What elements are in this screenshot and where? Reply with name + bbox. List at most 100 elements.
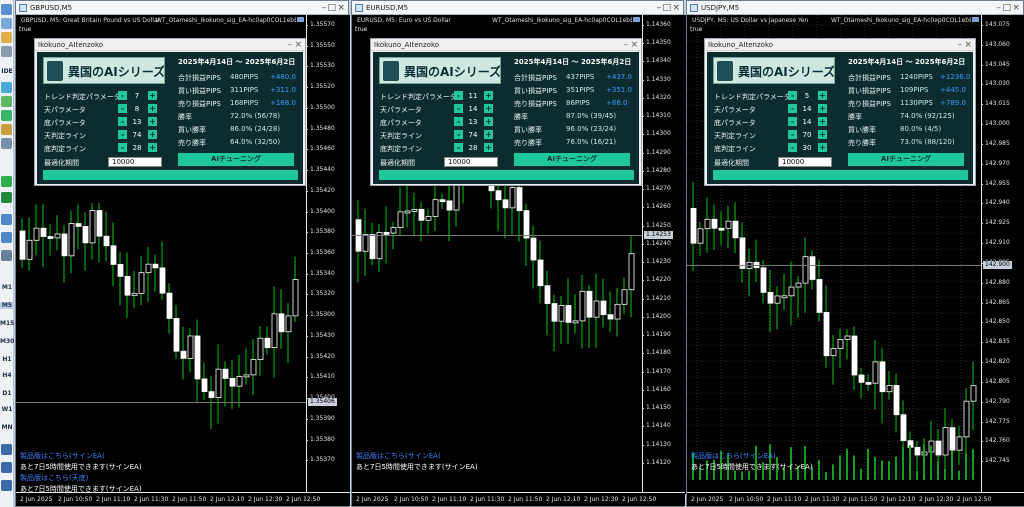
panel-titlebar[interactable]: Ikokuno_AItenzoko – × bbox=[705, 39, 975, 51]
timeframe-m1[interactable]: M1 bbox=[0, 284, 14, 291]
timeframe-m15[interactable]: M15 bbox=[0, 320, 14, 327]
product-link[interactable]: 製品版はこちら(サインEA) bbox=[20, 451, 105, 461]
param-decrement-button[interactable]: - bbox=[454, 91, 463, 100]
param-decrement-button[interactable]: - bbox=[118, 117, 127, 126]
param-increment-button[interactable]: + bbox=[818, 117, 827, 126]
chart-icon[interactable] bbox=[1, 18, 12, 29]
param-decrement-button[interactable]: - bbox=[788, 143, 797, 152]
param-increment-button[interactable]: + bbox=[148, 130, 157, 139]
param-decrement-button[interactable]: - bbox=[788, 104, 797, 113]
minimize-icon[interactable]: – bbox=[322, 1, 327, 15]
panel-minimize-icon[interactable]: – bbox=[288, 39, 293, 51]
timeframe-w1[interactable]: W1 bbox=[0, 406, 14, 413]
nav-icon[interactable] bbox=[1, 96, 12, 107]
window-titlebar[interactable]: EURUSD,M5 – □ × bbox=[352, 1, 683, 15]
folder-icon[interactable] bbox=[1, 32, 12, 43]
timeframe-h4[interactable]: H4 bbox=[0, 372, 14, 379]
time-scale[interactable]: 2 Jun 2025 2 Jun 10:50 2 Jun 11:10 2 Jun 11… bbox=[352, 492, 685, 506]
price-scale[interactable]: 1.14360 1.14350 1.14340 1.14330 1.14320 1.143… bbox=[642, 15, 686, 494]
price-scale[interactable]: 1.35570 1.35550 1.35530 1.35520 1.35500 1.354… bbox=[306, 15, 350, 494]
ide-label[interactable]: IDE bbox=[0, 68, 14, 75]
optimize-period-input[interactable]: 10000 bbox=[444, 157, 498, 167]
timeframe-d1[interactable]: D1 bbox=[0, 390, 14, 397]
candles-icon[interactable] bbox=[1, 176, 12, 187]
panel-titlebar[interactable]: Ikokuno_AItenzoko – × bbox=[35, 39, 305, 51]
maximize-icon[interactable]: □ bbox=[662, 1, 671, 15]
param-increment-button[interactable]: + bbox=[484, 104, 493, 113]
maximize-icon[interactable]: □ bbox=[1002, 1, 1011, 15]
param-decrement-button[interactable]: - bbox=[454, 143, 463, 152]
ai-tenzoko-panel[interactable]: Ikokuno_AItenzoko – × 異国のAIシリーズ トレンド判定パラメータ -… bbox=[370, 38, 642, 186]
product-link[interactable]: 製品版はこちら(サインEA) bbox=[356, 451, 441, 461]
panel-close-icon[interactable]: × bbox=[630, 39, 638, 51]
minimize-icon[interactable]: – bbox=[657, 1, 662, 15]
minimize-icon[interactable]: – bbox=[997, 1, 1002, 15]
cursor-icon[interactable] bbox=[1, 444, 12, 455]
zoom-out-icon[interactable] bbox=[1, 232, 12, 243]
zoom-in-icon[interactable] bbox=[1, 214, 12, 225]
ai-tuning-button[interactable]: AIチューニング bbox=[178, 153, 294, 166]
window-titlebar[interactable]: GBPUSD,M5 – □ × bbox=[16, 1, 348, 15]
doc-icon[interactable] bbox=[1, 138, 12, 149]
param-decrement-button[interactable]: - bbox=[454, 130, 463, 139]
crosshair-icon[interactable] bbox=[1, 462, 12, 473]
close-icon[interactable]: × bbox=[1012, 1, 1020, 15]
settings-icon[interactable] bbox=[1, 46, 12, 57]
close-icon[interactable]: × bbox=[337, 1, 345, 15]
product-link[interactable]: 製品版はこちら(天底) bbox=[20, 473, 88, 483]
maximize-icon[interactable]: □ bbox=[327, 1, 336, 15]
panel-close-icon[interactable]: × bbox=[964, 39, 972, 51]
panel-minimize-icon[interactable]: – bbox=[958, 39, 963, 51]
param-decrement-button[interactable]: - bbox=[454, 104, 463, 113]
play-icon[interactable] bbox=[1, 110, 12, 121]
optimize-period-input[interactable]: 10000 bbox=[108, 157, 162, 167]
param-increment-button[interactable]: + bbox=[484, 117, 493, 126]
globe-icon[interactable] bbox=[1, 82, 12, 93]
param-increment-button[interactable]: + bbox=[818, 130, 827, 139]
param-decrement-button[interactable]: - bbox=[788, 130, 797, 139]
ai-tuning-button[interactable]: AIチューニング bbox=[848, 153, 964, 166]
chart-window-0[interactable]: GBPUSD,M5– □ × GBPUSD, M5: Great Britain Po… bbox=[15, 0, 350, 507]
ai-tenzoko-panel[interactable]: Ikokuno_AItenzoko – × 異国のAIシリーズ トレンド判定パラメータ -… bbox=[704, 38, 976, 186]
panel-close-icon[interactable]: × bbox=[294, 39, 302, 51]
param-increment-button[interactable]: + bbox=[818, 104, 827, 113]
panel-minimize-icon[interactable]: – bbox=[624, 39, 629, 51]
grid-icon[interactable] bbox=[1, 250, 12, 261]
panel-titlebar[interactable]: Ikokuno_AItenzoko – × bbox=[371, 39, 641, 51]
param-increment-button[interactable]: + bbox=[818, 143, 827, 152]
param-decrement-button[interactable]: - bbox=[454, 117, 463, 126]
param-decrement-button[interactable]: - bbox=[118, 104, 127, 113]
timeframe-m30[interactable]: M30 bbox=[0, 338, 14, 345]
time-scale[interactable]: 2 Jun 2025 2 Jun 10:50 2 Jun 11:10 2 Jun 11… bbox=[687, 492, 1024, 506]
param-increment-button[interactable]: + bbox=[148, 143, 157, 152]
price-scale[interactable]: 143.075 143.060 143.045 143.030 143.015 143.0… bbox=[981, 15, 1024, 494]
ai-tenzoko-panel[interactable]: Ikokuno_AItenzoko – × 異国のAIシリーズ トレンド判定パラメータ -… bbox=[34, 38, 306, 186]
time-scale[interactable]: 2 Jun 2025 2 Jun 10:50 2 Jun 11:10 2 Jun 11… bbox=[16, 492, 350, 506]
param-increment-button[interactable]: + bbox=[148, 117, 157, 126]
param-decrement-button[interactable]: - bbox=[118, 91, 127, 100]
param-increment-button[interactable]: + bbox=[148, 104, 157, 113]
indicator-icon[interactable] bbox=[1, 192, 12, 203]
param-decrement-button[interactable]: - bbox=[118, 143, 127, 152]
param-increment-button[interactable]: + bbox=[818, 91, 827, 100]
param-increment-button[interactable]: + bbox=[148, 91, 157, 100]
line-tool-icon[interactable] bbox=[1, 480, 12, 491]
product-link[interactable]: 製品版はこちら(サインEA) bbox=[691, 451, 776, 461]
param-increment-button[interactable]: + bbox=[484, 130, 493, 139]
lock-icon[interactable] bbox=[1, 124, 12, 135]
param-decrement-button[interactable]: - bbox=[788, 91, 797, 100]
param-increment-button[interactable]: + bbox=[484, 143, 493, 152]
timeframe-m5[interactable]: M5 bbox=[0, 302, 14, 309]
chart-window-2[interactable]: USDJPY,M5– □ × USDJPY, M5: US Dollar vs Jap… bbox=[686, 0, 1024, 507]
timeframe-mn[interactable]: MN bbox=[0, 424, 14, 431]
window-icon[interactable] bbox=[1, 4, 12, 15]
ai-tuning-button[interactable]: AIチューニング bbox=[514, 153, 630, 166]
window-titlebar[interactable]: USDJPY,M5 – □ × bbox=[687, 1, 1023, 15]
param-decrement-button[interactable]: - bbox=[788, 117, 797, 126]
chart-window-1[interactable]: EURUSD,M5– □ × EURUSD, M5: Euro vs US Dolla… bbox=[351, 0, 686, 507]
close-icon[interactable]: × bbox=[672, 1, 680, 15]
param-increment-button[interactable]: + bbox=[484, 91, 493, 100]
timeframe-h1[interactable]: H1 bbox=[0, 356, 14, 363]
param-decrement-button[interactable]: - bbox=[118, 130, 127, 139]
optimize-period-input[interactable]: 10000 bbox=[778, 157, 832, 167]
